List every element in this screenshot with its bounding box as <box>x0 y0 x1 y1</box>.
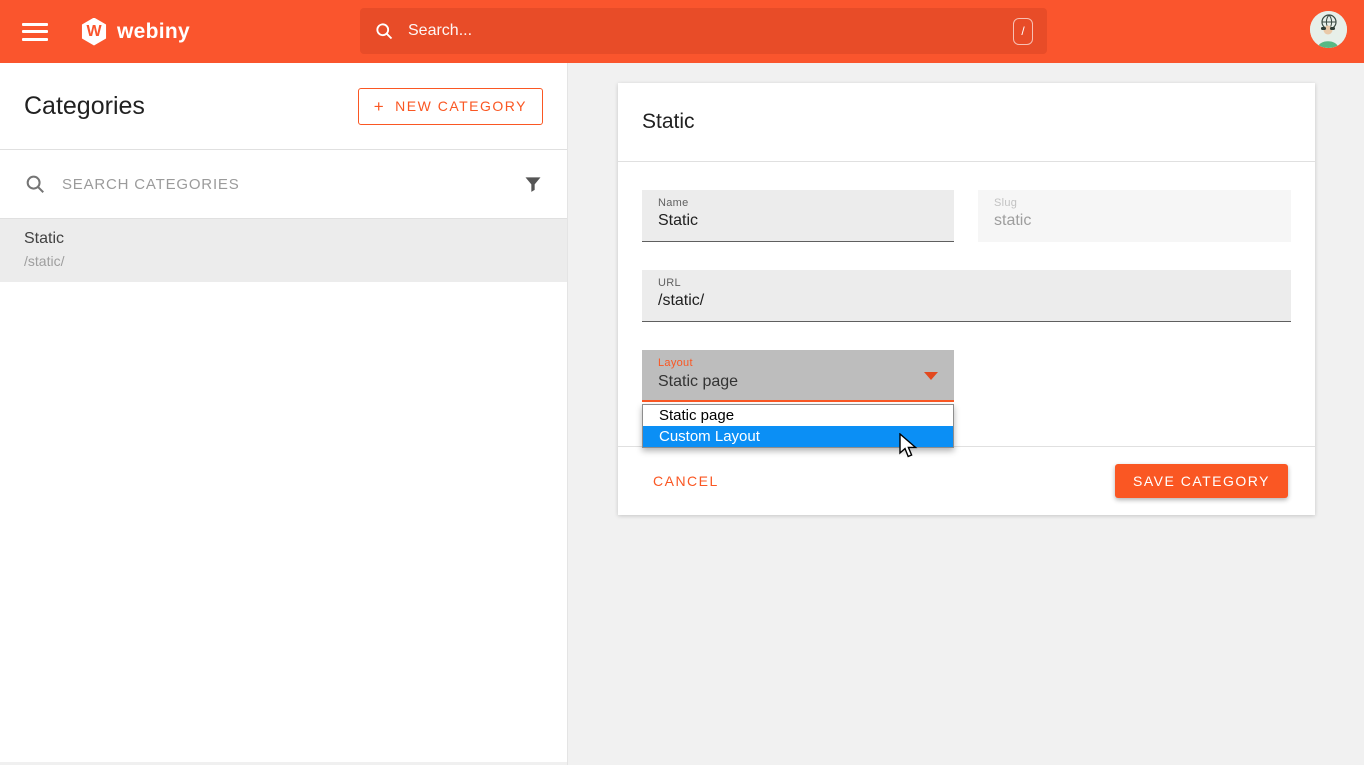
layout-option-static-page[interactable]: Static page <box>643 405 953 426</box>
name-label: Name <box>658 197 938 209</box>
form-body: Name Slug URL Layout Static page <box>618 162 1315 402</box>
category-form-card: Static Name Slug URL <box>618 83 1315 515</box>
url-input[interactable] <box>658 292 1275 310</box>
category-search-input[interactable] <box>62 176 523 193</box>
url-field[interactable]: URL <box>642 270 1291 322</box>
webiny-logo-hexagon: W <box>80 18 108 46</box>
slug-input <box>994 212 1275 230</box>
name-field[interactable]: Name <box>642 190 954 242</box>
categories-panel: Categories + NEW CATEGORY Static /static… <box>0 63 568 765</box>
search-icon <box>374 21 394 41</box>
layout-select[interactable]: Layout Static page Static page Custom La… <box>642 350 954 402</box>
main-content: Static Name Slug URL <box>568 63 1364 765</box>
app-bar: W webiny / <box>0 0 1364 63</box>
form-footer: CANCEL SAVE CATEGORY <box>618 446 1315 515</box>
slug-field: Slug <box>978 190 1291 242</box>
layout-label: Layout <box>658 357 938 369</box>
search-icon <box>24 173 46 195</box>
layout-option-custom-layout[interactable]: Custom Layout <box>643 426 953 447</box>
chevron-down-icon <box>924 372 938 380</box>
form-header: Static <box>618 83 1315 162</box>
layout-dropdown: Static page Custom Layout <box>642 404 954 448</box>
category-search-row <box>0 150 567 219</box>
logo-letter: W <box>86 23 101 41</box>
name-input[interactable] <box>658 212 938 230</box>
menu-icon[interactable] <box>22 23 48 41</box>
url-label: URL <box>658 277 1275 289</box>
cancel-button[interactable]: CANCEL <box>647 465 725 497</box>
keyboard-shortcut-badge: / <box>1013 18 1033 45</box>
new-category-button[interactable]: + NEW CATEGORY <box>358 88 543 125</box>
user-avatar[interactable] <box>1310 11 1347 48</box>
category-list-item[interactable]: Static /static/ <box>0 219 567 282</box>
global-search[interactable]: / <box>360 8 1047 54</box>
category-url: /static/ <box>24 253 543 269</box>
form-title: Static <box>642 110 695 134</box>
slug-label: Slug <box>994 197 1275 209</box>
layout-selected-value: Static page <box>658 373 938 391</box>
new-category-label: NEW CATEGORY <box>395 98 527 114</box>
category-name: Static <box>24 230 543 248</box>
plus-icon: + <box>374 98 385 115</box>
global-search-input[interactable] <box>408 22 1013 40</box>
categories-header: Categories + NEW CATEGORY <box>0 63 567 150</box>
logo-text: webiny <box>117 20 190 44</box>
page-title: Categories <box>24 92 145 121</box>
filter-funnel-icon[interactable] <box>523 174 543 194</box>
save-category-button[interactable]: SAVE CATEGORY <box>1115 464 1288 498</box>
webiny-logo[interactable]: W webiny <box>80 18 190 46</box>
